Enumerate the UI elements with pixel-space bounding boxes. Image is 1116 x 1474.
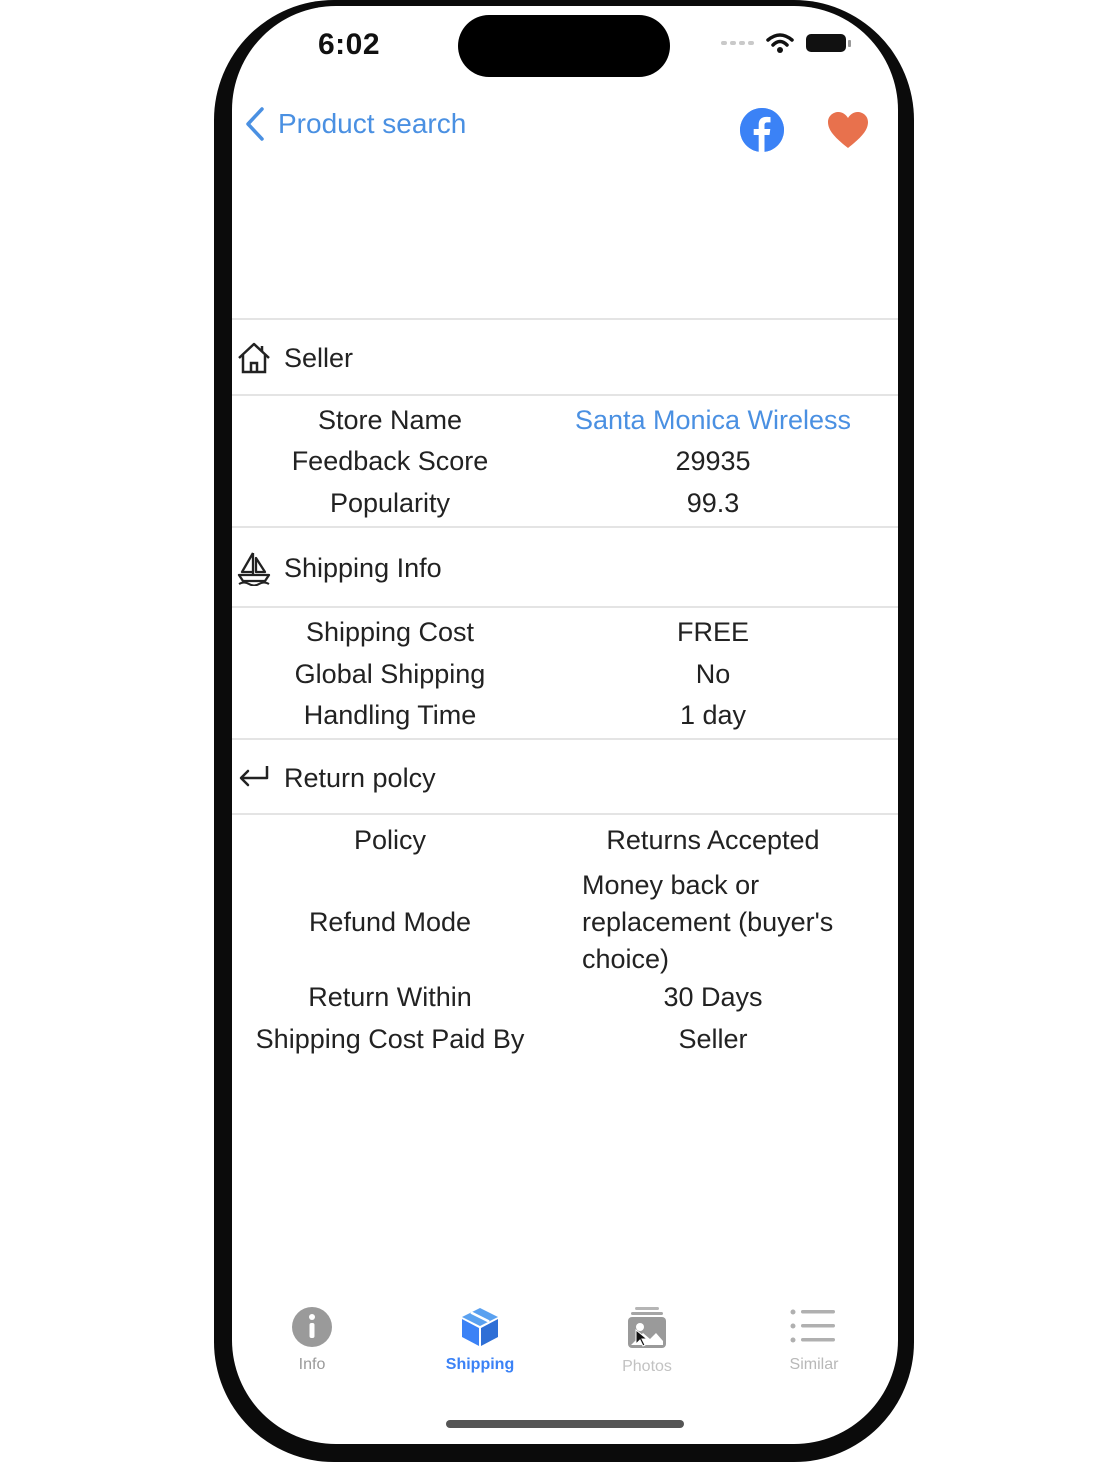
divider [232,738,898,740]
box-icon [462,1308,498,1346]
home-indicator[interactable] [446,1420,684,1428]
table-row: Shipping Cost FREE [232,613,898,651]
tab-label: Info [298,1356,326,1373]
divider [232,394,898,396]
status-icons [721,32,851,54]
table-row: Feedback Score 29935 [232,442,898,480]
return-section-header: Return polcy [232,741,898,815]
row-value: 1 day [679,699,747,730]
table-row: Refund Mode Money back or replacement (b… [232,863,898,981]
divider [232,813,898,815]
row-value: Money back or replacement (buyer's choic… [582,869,834,974]
tab-photos[interactable]: Photos [587,1306,707,1376]
row-label: Return Within [308,981,472,1012]
screen: 6:02 Product search Seller Store Name Sa… [232,6,898,1444]
table-row: Store Name Santa Monica Wireless [232,401,898,439]
wifi-icon [766,33,794,53]
table-row: Return Within 30 Days [232,978,898,1016]
tab-bar: Info Shipping Photos Similar [232,1306,898,1396]
facebook-share-button[interactable] [740,108,784,152]
chevron-left-icon [246,107,264,141]
tab-similar[interactable]: Similar [754,1306,874,1374]
list-icon [790,1309,835,1343]
tab-info[interactable]: Info [252,1306,372,1374]
photos-icon [628,1307,666,1348]
tab-label: Similar [789,1356,839,1373]
row-label: Store Name [317,404,463,435]
section-title: Seller [284,342,354,373]
row-value: FREE [676,616,749,647]
seller-section-header: Seller [232,321,898,395]
house-icon [234,338,274,378]
table-row: Popularity 99.3 [232,484,898,522]
row-label: Shipping Cost Paid By [255,1023,525,1054]
divider [232,526,898,528]
row-value: 29935 [675,445,751,476]
row-label: Feedback Score [291,445,489,476]
facebook-icon [740,108,784,152]
row-value: No [695,658,731,689]
divider [232,318,898,320]
row-label: Policy [353,824,427,855]
divider [232,606,898,608]
tab-label: Shipping [445,1356,515,1373]
row-value: Returns Accepted [606,824,820,855]
section-title: Return polcy [284,762,436,793]
navigation-bar: Product search [232,106,898,156]
table-row: Shipping Cost Paid By Seller [232,1020,898,1058]
row-value: 99.3 [686,487,740,518]
table-row: Policy Returns Accepted [232,821,898,859]
row-label: Refund Mode [308,906,472,937]
info-icon [292,1307,332,1347]
shipping-section-header: Shipping Info [232,531,898,605]
back-button[interactable]: Product search [244,106,466,142]
section-title: Shipping Info [284,552,442,583]
favorite-button[interactable] [826,110,870,150]
back-label: Product search [278,108,467,139]
heart-icon [828,112,868,148]
tab-shipping[interactable]: Shipping [420,1306,540,1374]
row-label: Global Shipping [294,658,486,689]
sailboat-icon [234,548,274,588]
store-name-link[interactable]: Santa Monica Wireless [548,405,878,436]
row-label: Handling Time [303,699,477,730]
table-row: Handling Time 1 day [232,696,898,734]
row-value: 30 Days [663,981,763,1012]
row-value: Seller [678,1023,748,1054]
status-time: 6:02 [318,28,381,61]
return-arrow-icon [234,758,274,798]
battery-icon [806,34,851,52]
signal-icon [721,41,754,45]
table-row: Global Shipping No [232,655,898,693]
row-label: Popularity [329,487,451,518]
dynamic-island [458,15,670,77]
row-label: Shipping Cost [305,616,475,647]
tab-label: Photos [622,1358,672,1375]
